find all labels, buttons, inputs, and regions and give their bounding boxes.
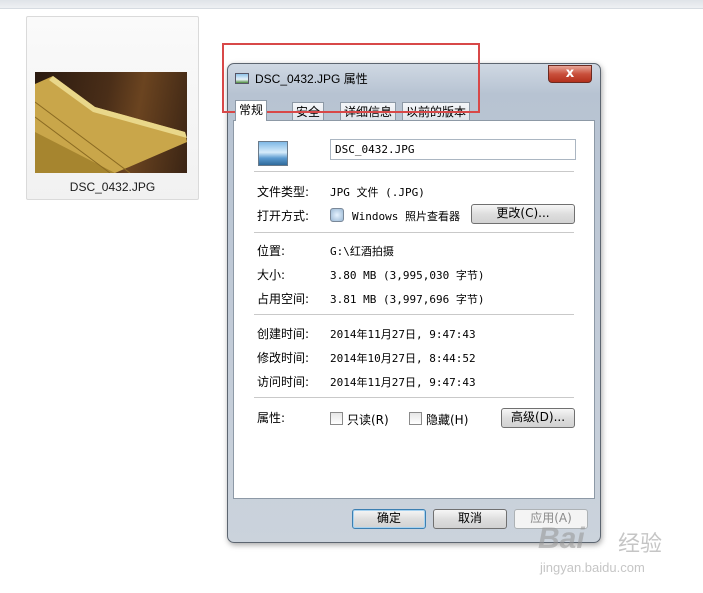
hidden-label[interactable]: 隐藏(H) [426,411,468,428]
cancel-button[interactable]: 取消 [433,509,507,529]
file-type-label: 文件类型: [257,185,310,199]
explorer-header-strip [0,0,703,9]
divider [254,397,574,398]
opens-with-label: 打开方式: [257,209,310,223]
location-value: G:\红酒拍摄 [330,245,394,258]
properties-dialog: DSC_0432.JPG 属性 x 常规 安全 详细信息 以前的版本 DSC_0… [227,63,601,543]
change-button[interactable]: 更改(C)... [471,204,575,224]
hidden-checkbox[interactable] [409,412,422,425]
baidu-logo: Bai [538,522,585,555]
size-on-disk-value: 3.81 MB (3,997,696 字节) [330,293,485,306]
ok-button[interactable]: 确定 [352,509,426,529]
divider [254,232,574,233]
size-value: 3.80 MB (3,995,030 字节) [330,269,485,282]
watermark-text: 经验 [618,532,663,557]
tab-general[interactable]: 常规 [235,100,268,121]
modified-value: 2014年10月27日, 8:44:52 [330,352,476,365]
watermark-url: jingyan.baidu.com [540,560,645,575]
file-item[interactable]: DSC_0432.JPG [26,16,199,200]
attributes-label: 属性: [257,411,286,425]
divider [254,171,574,172]
modified-label: 修改时间: [257,351,310,365]
photo-viewer-icon [330,208,344,222]
close-button[interactable]: x [548,65,592,83]
advanced-button[interactable]: 高级(D)... [501,408,575,428]
general-panel: DSC_0432.JPG 文件类型: JPG 文件 (.JPG) 打开方式: W… [233,120,595,499]
created-value: 2014年11月27日, 9:47:43 [330,328,476,341]
divider [254,314,574,315]
file-type-value: JPG 文件 (.JPG) [330,186,425,199]
file-type-icon [258,141,288,166]
size-on-disk-label: 占用空间: [257,292,310,306]
thumbnail-image-icon [35,76,187,173]
file-name-field[interactable]: DSC_0432.JPG [330,139,576,160]
accessed-value: 2014年11月27日, 9:47:43 [330,376,476,389]
accessed-label: 访问时间: [257,375,310,389]
baidu-watermark: Bai 经验 jingyan.baidu.com [538,522,698,582]
readonly-checkbox[interactable] [330,412,343,425]
file-name-label: DSC_0432.JPG [69,180,156,194]
size-label: 大小: [257,268,286,282]
readonly-label[interactable]: 只读(R) [347,411,389,428]
opens-with-value: Windows 照片查看器 [352,210,460,223]
created-label: 创建时间: [257,327,310,341]
file-thumbnail [35,72,187,173]
location-label: 位置: [257,244,286,258]
